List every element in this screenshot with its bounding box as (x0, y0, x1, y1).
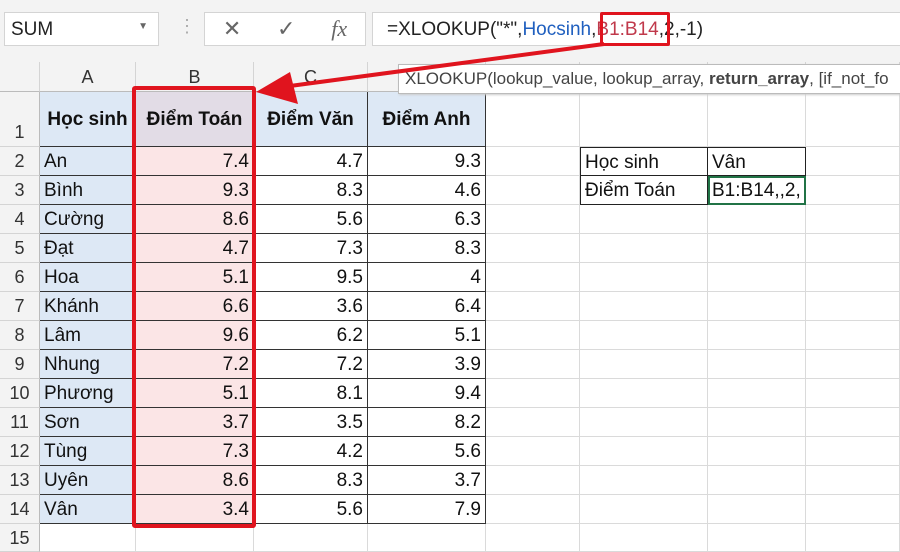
arrow-head-icon (256, 72, 298, 104)
arrow-annotation (256, 42, 605, 104)
arrow-line (289, 42, 605, 88)
